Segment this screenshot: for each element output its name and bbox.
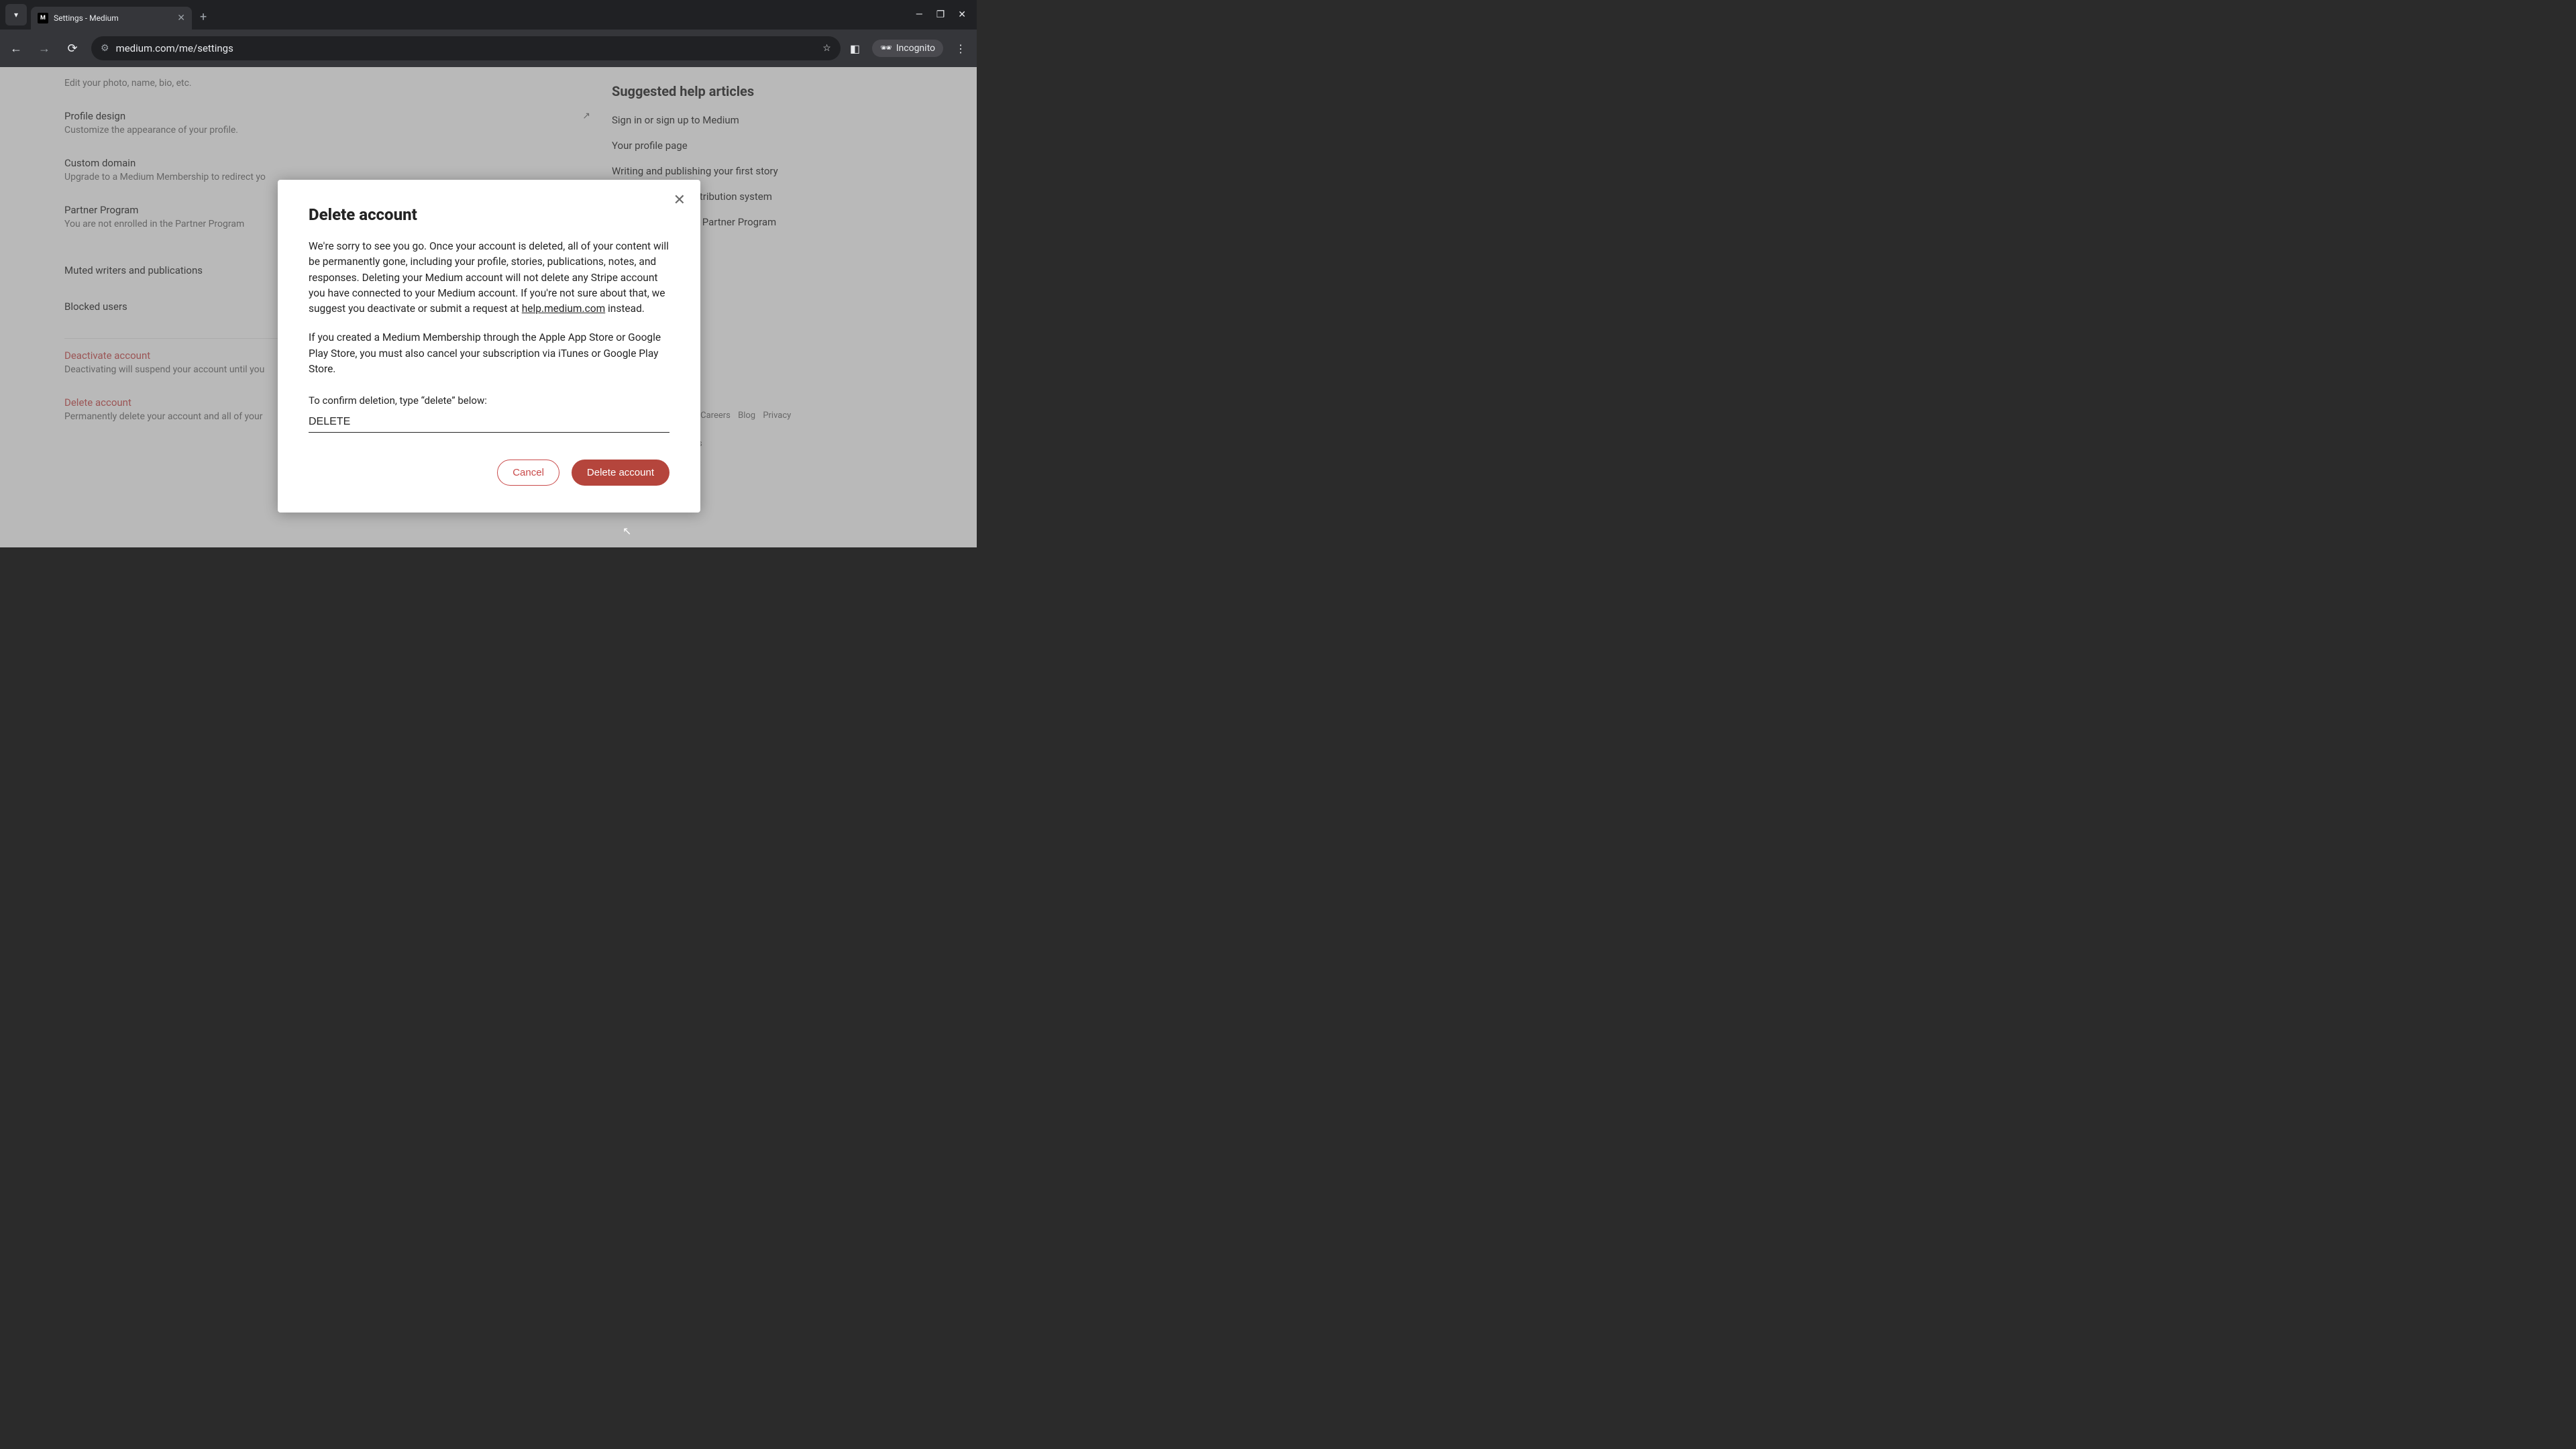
browser-titlebar: ▾ M Settings - Medium ✕ + — ❐ ✕ [0, 0, 977, 30]
toolbar-right-icons: ◧ 🕶 Incognito ⋮ [850, 40, 970, 57]
incognito-icon: 🕶 [880, 43, 892, 54]
minimize-icon[interactable]: — [916, 9, 923, 20]
close-tab-icon[interactable]: ✕ [177, 13, 185, 23]
incognito-badge[interactable]: 🕶 Incognito [872, 40, 943, 57]
close-window-icon[interactable]: ✕ [958, 9, 966, 20]
chevron-down-icon: ▾ [14, 10, 18, 19]
forward-button[interactable]: → [35, 42, 54, 56]
delete-account-button[interactable]: Delete account [572, 460, 669, 486]
modal-body: We're sorry to see you go. Once your acc… [309, 239, 669, 377]
favicon-medium: M [38, 13, 48, 23]
cancel-button[interactable]: Cancel [497, 460, 559, 486]
bookmark-star-icon[interactable]: ☆ [822, 43, 831, 54]
browser-tab[interactable]: M Settings - Medium ✕ [31, 7, 192, 30]
site-info-icon[interactable]: ⚙ [101, 43, 109, 54]
modal-paragraph-2: If you created a Medium Membership throu… [309, 330, 669, 377]
window-controls: — ❐ ✕ [916, 9, 971, 20]
page-content: Edit your photo, name, bio, etc. Profile… [0, 67, 977, 547]
modal-title: Delete account [309, 205, 669, 224]
maximize-icon[interactable]: ❐ [936, 9, 945, 20]
back-button[interactable]: ← [7, 42, 25, 56]
help-medium-link[interactable]: help.medium.com [522, 303, 605, 315]
delete-account-modal: ✕ Delete account We're sorry to see you … [278, 180, 700, 513]
modal-actions: Cancel Delete account [309, 460, 669, 486]
modal-paragraph-1: We're sorry to see you go. Once your acc… [309, 239, 669, 317]
browser-toolbar: ← → ⟳ ⚙ medium.com/me/settings ☆ ◧ 🕶 Inc… [0, 30, 977, 67]
confirm-delete-input[interactable] [309, 413, 669, 433]
tab-title: Settings - Medium [54, 13, 172, 23]
confirm-label: To confirm deletion, type “delete” below… [309, 394, 669, 407]
incognito-label: Incognito [896, 43, 935, 54]
tab-search-dropdown[interactable]: ▾ [5, 4, 27, 25]
url-text: medium.com/me/settings [116, 42, 816, 54]
url-bar[interactable]: ⚙ medium.com/me/settings ☆ [91, 36, 841, 60]
menu-kebab-icon[interactable]: ⋮ [955, 42, 966, 55]
modal-text: instead. [605, 303, 645, 315]
close-modal-icon[interactable]: ✕ [674, 192, 686, 209]
new-tab-button[interactable]: + [200, 10, 207, 24]
side-panel-icon[interactable]: ◧ [850, 42, 860, 55]
reload-button[interactable]: ⟳ [63, 42, 82, 56]
